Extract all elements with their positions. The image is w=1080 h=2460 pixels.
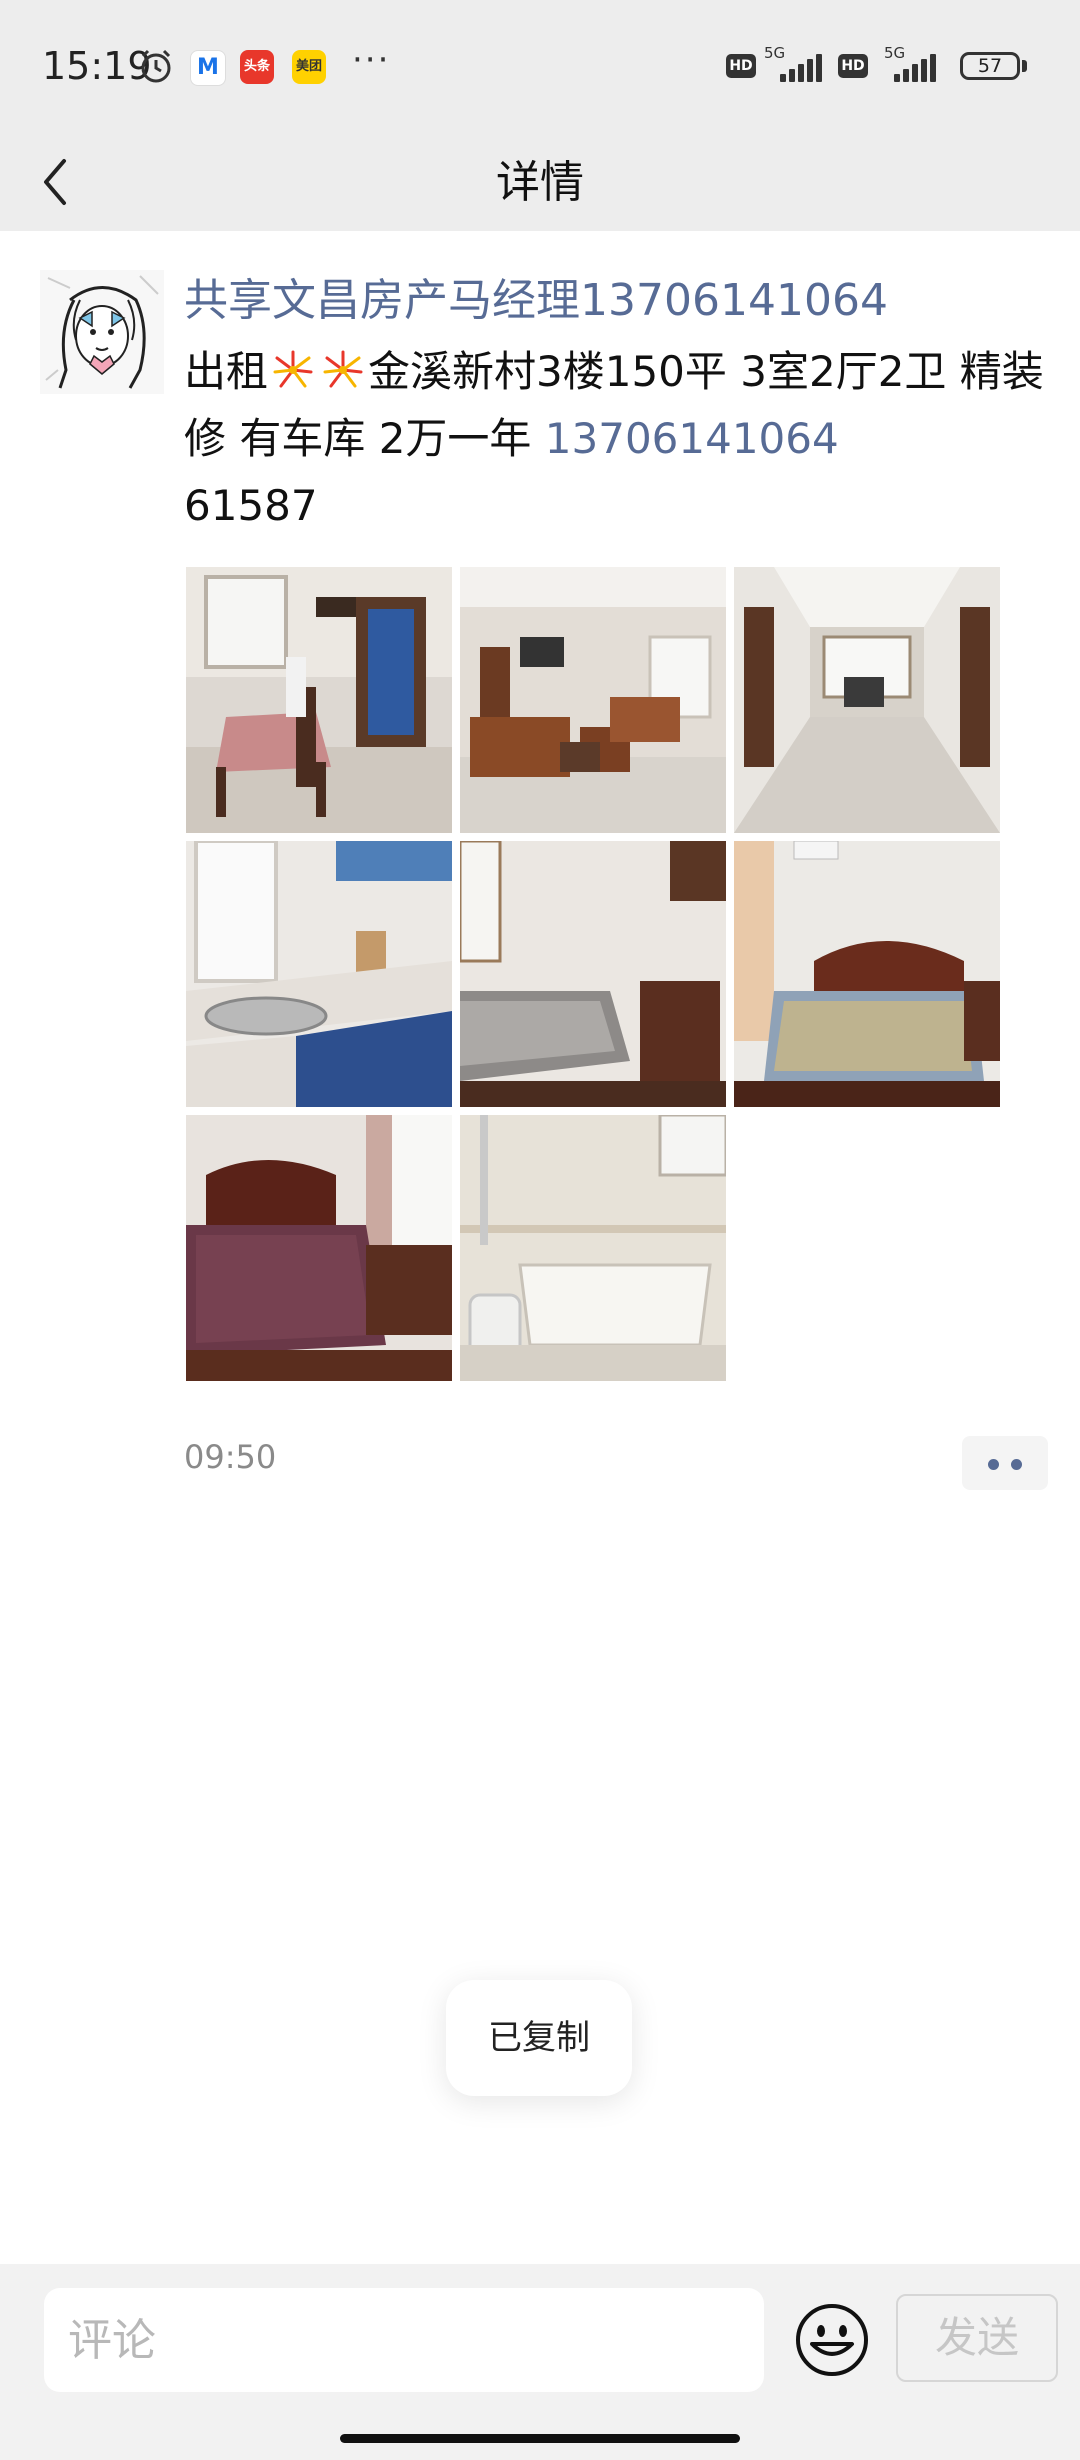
more-options-button[interactable] [962, 1436, 1048, 1490]
signal-icon [776, 52, 824, 82]
battery-tip [1022, 60, 1027, 72]
photo-dining-room[interactable] [186, 567, 452, 833]
battery-indicator: 57 [960, 52, 1020, 80]
phone-link[interactable]: 13706141064 [545, 414, 839, 463]
hd-badge: HD [726, 54, 756, 78]
app-icon-meituan: 美团 [292, 50, 326, 84]
fireworks-emoji-icon-2 [323, 350, 363, 388]
post-text-start: 出租 [184, 347, 269, 396]
photo-living-room[interactable] [460, 567, 726, 833]
post-content[interactable]: 出租 金溪新村3楼150平 3室2厅2卫 精装修 有车库 2万一年 137061… [184, 338, 1054, 539]
avatar[interactable] [40, 270, 164, 394]
copied-toast: 已复制 [446, 1980, 632, 2096]
comment-input[interactable] [44, 2288, 764, 2392]
dot-icon [1011, 1459, 1022, 1470]
photo-bathroom[interactable] [460, 1115, 726, 1381]
avatar-drawing-icon [40, 270, 164, 394]
fireworks-emoji-icon [273, 350, 313, 388]
photo-kitchen[interactable] [186, 841, 452, 1107]
emoji-icon[interactable] [794, 2302, 870, 2378]
post-time: 09:50 [184, 1438, 277, 1476]
alarm-icon [141, 49, 171, 83]
photo-second-bedroom[interactable] [186, 1115, 452, 1381]
more-notifications-icon: ··· [352, 40, 391, 80]
navigation-header: 详情 [0, 135, 1080, 231]
page-title: 详情 [496, 157, 584, 208]
hd-badge-2: HD [838, 54, 868, 78]
status-time: 15:19 [42, 44, 152, 88]
home-indicator[interactable] [340, 2434, 740, 2443]
dot-icon [988, 1459, 999, 1470]
app-icon-toutiao: 头条 [240, 50, 274, 84]
photo-small-bedroom[interactable] [460, 841, 726, 1107]
status-bar: 15:19 M 头条 美团 ··· HD 5G HD 5G 57 [0, 0, 1080, 135]
post-text-tail: 61587 [184, 481, 318, 530]
photo-master-bedroom[interactable] [734, 841, 1000, 1107]
app-icon-m: M [190, 50, 226, 86]
signal-icon-2 [890, 52, 938, 82]
photo-hall[interactable] [734, 567, 1000, 833]
send-button[interactable]: 发送 [896, 2294, 1058, 2382]
comment-bar: 发送 [0, 2264, 1080, 2460]
author-name[interactable]: 共享文昌房产马经理13706141064 [184, 268, 888, 334]
